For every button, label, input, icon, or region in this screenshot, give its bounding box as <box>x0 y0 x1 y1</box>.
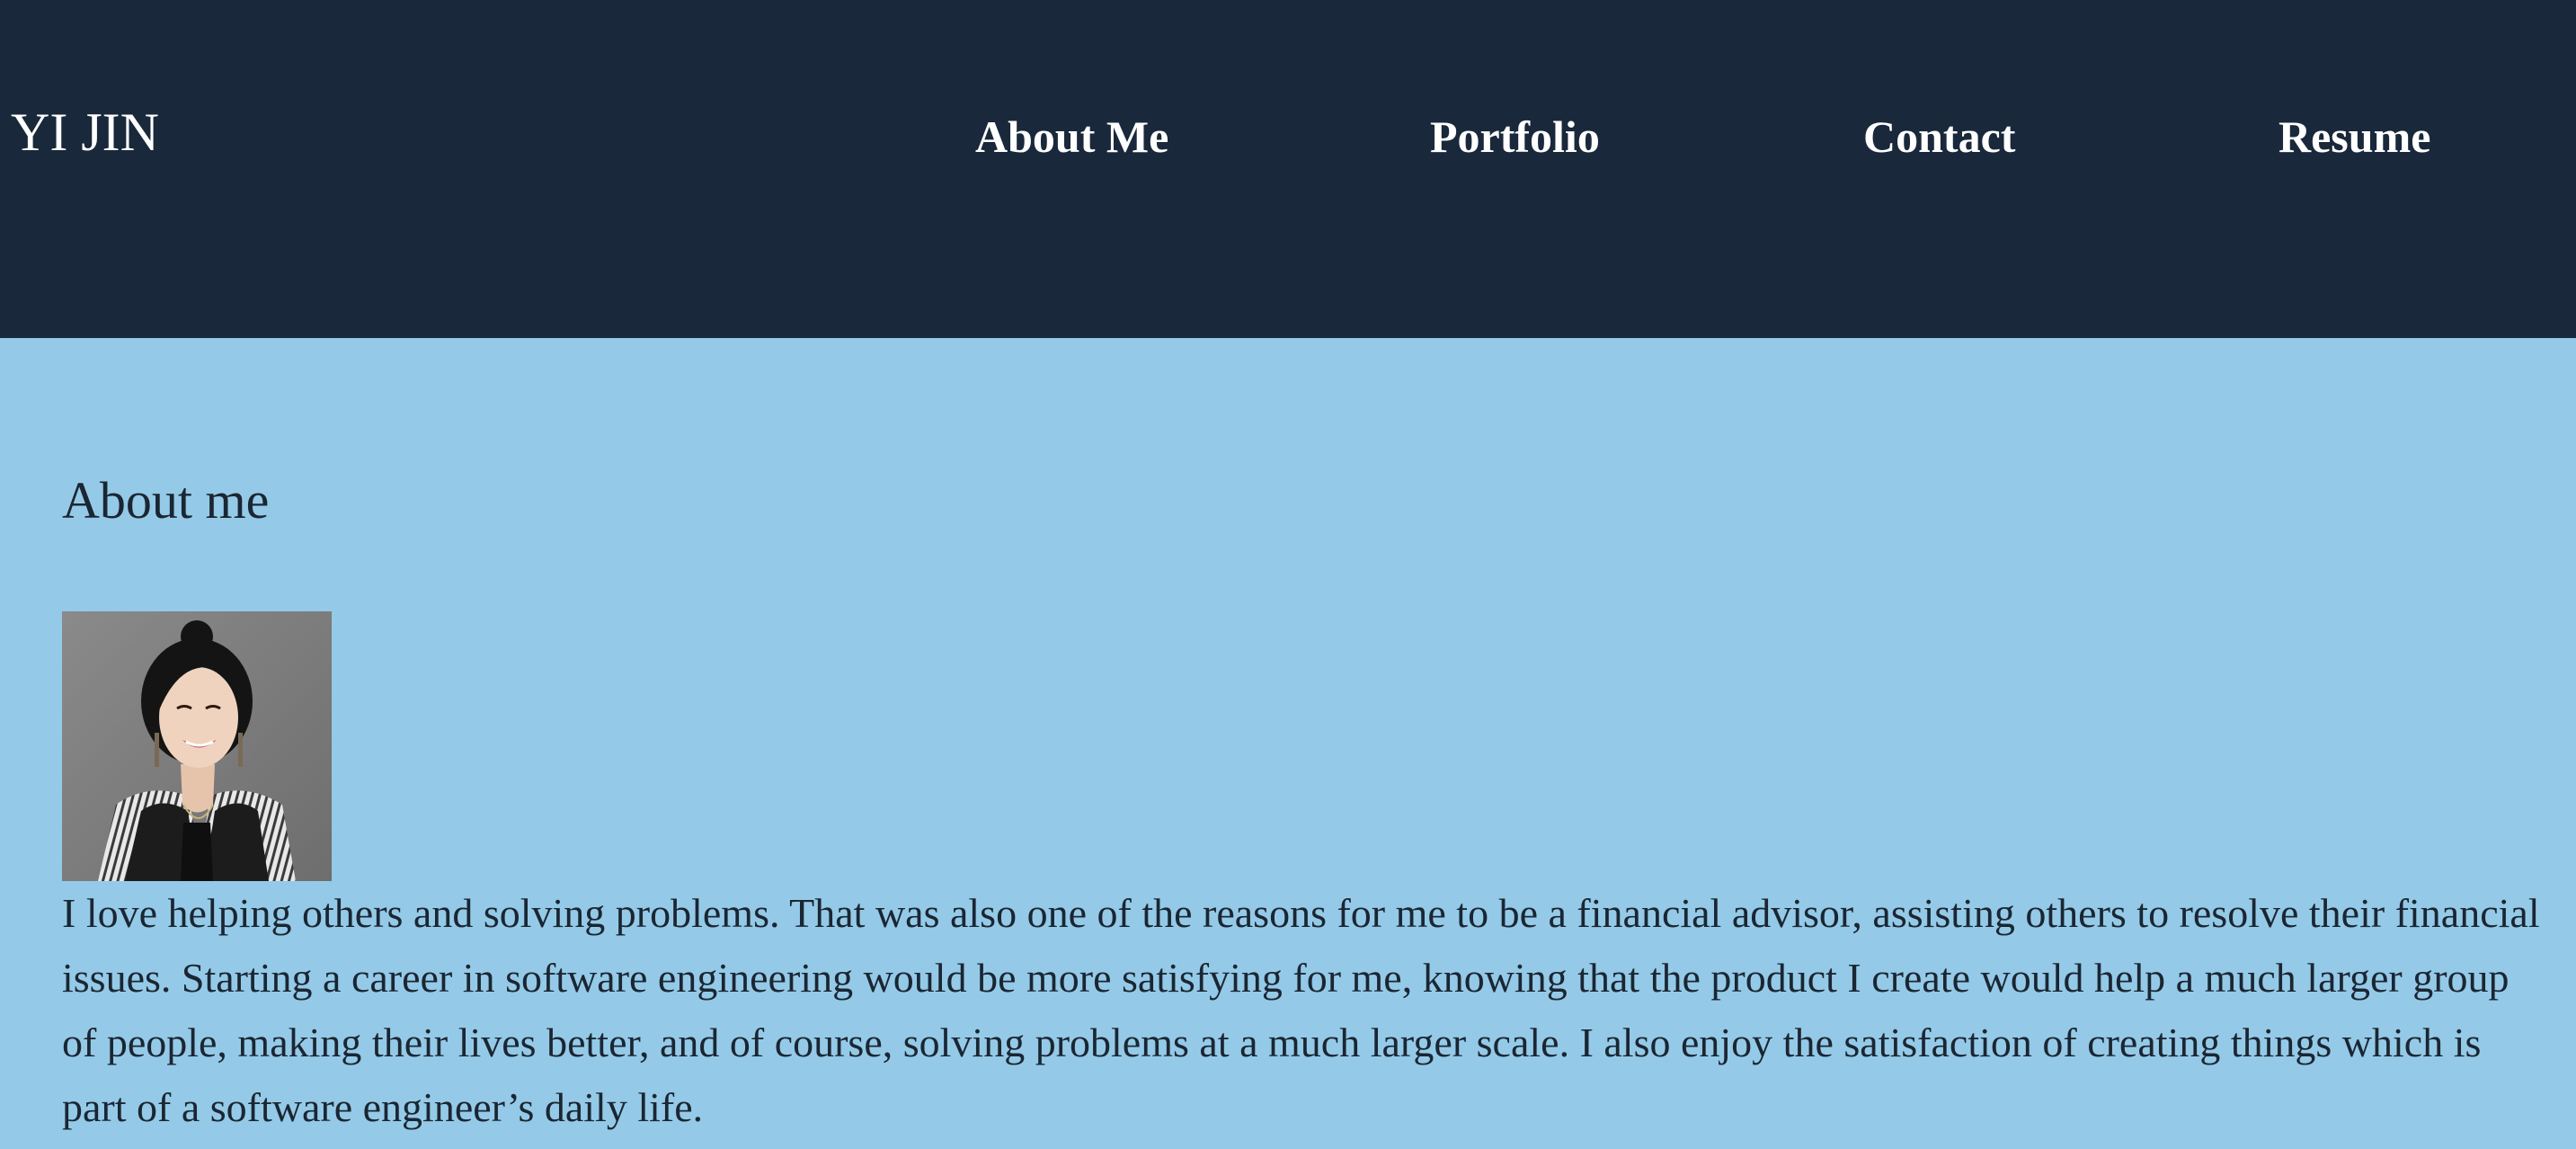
nav-link-contact[interactable]: Contact <box>1863 108 2015 165</box>
nav-link-about-me[interactable]: About Me <box>975 108 1168 165</box>
bio-paragraph: I love helping others and solving proble… <box>62 890 2540 1130</box>
profile-photo <box>62 611 332 881</box>
site-header: YI JIN About Me Portfolio Contact Resume <box>0 0 2576 338</box>
section-title: About me <box>62 471 270 530</box>
site-brand[interactable]: YI JIN <box>11 101 159 164</box>
nav-link-resume[interactable]: Resume <box>2278 108 2430 165</box>
nav-link-portfolio[interactable]: Portfolio <box>1430 108 1600 165</box>
